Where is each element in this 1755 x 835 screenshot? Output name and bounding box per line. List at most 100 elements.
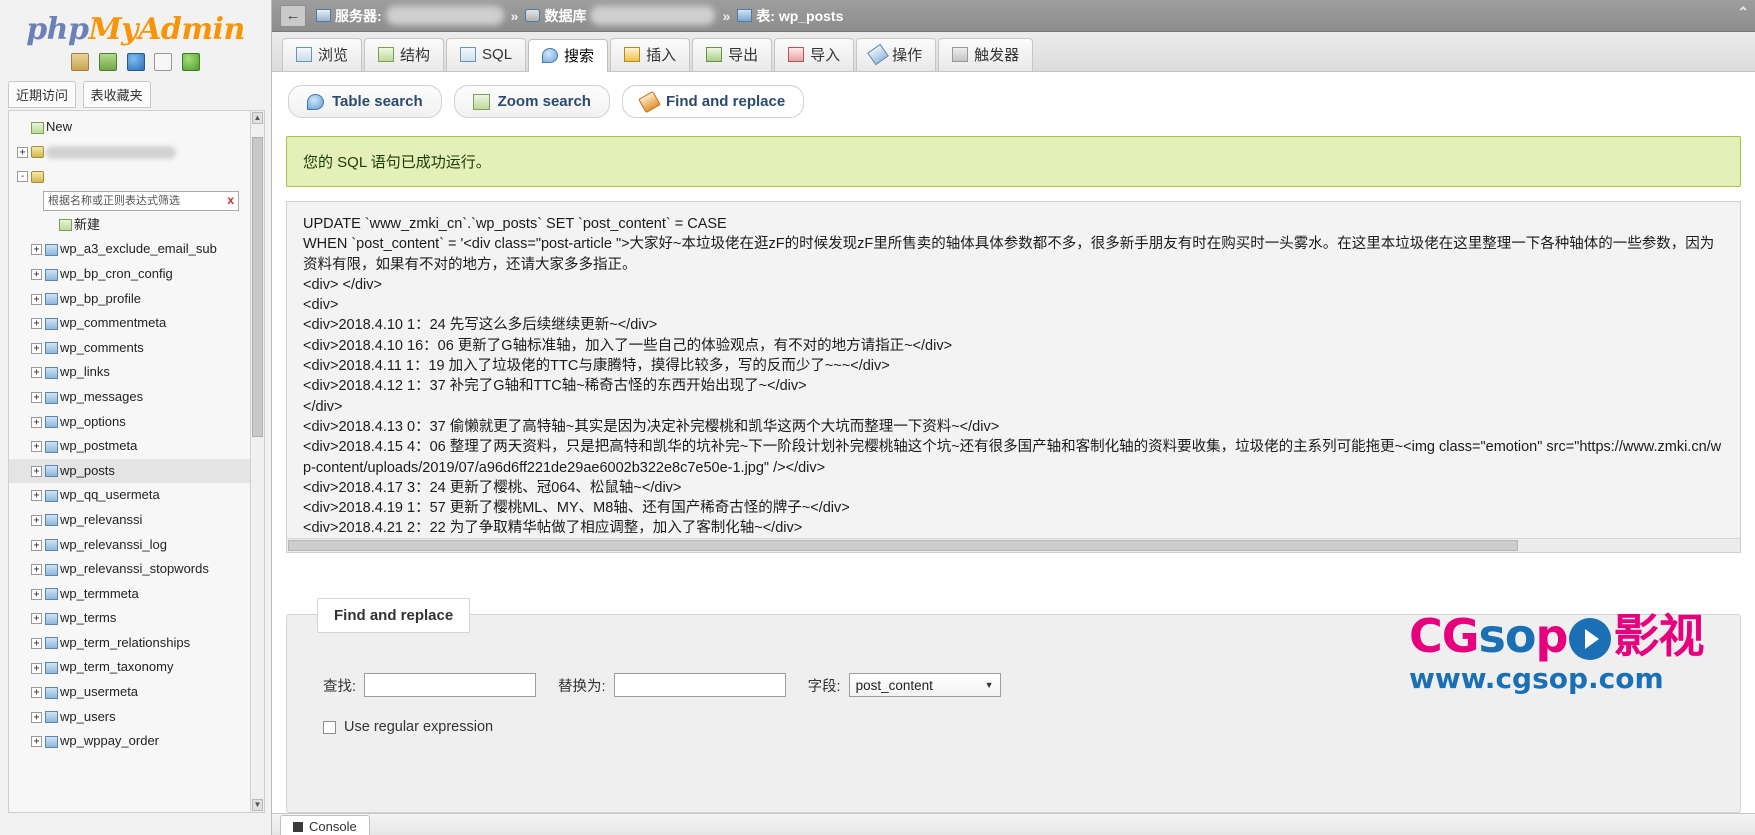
server-icon (316, 9, 331, 22)
tab-search[interactable]: 搜索 (528, 39, 609, 72)
tab-export[interactable]: 导出 (692, 38, 773, 71)
tab-browse[interactable]: 浏览 (282, 38, 363, 71)
tree-item-wp_links[interactable]: + wp_links (9, 360, 250, 385)
find-input[interactable] (364, 673, 537, 697)
clear-filter-icon[interactable]: x (227, 193, 234, 207)
tree-item-wp_postmeta[interactable]: + wp_postmeta (9, 434, 250, 459)
expand-node-icon[interactable]: + (31, 392, 42, 403)
breadcrumb-database-label[interactable]: 数据库 (544, 6, 586, 26)
tab-label: 导出 (728, 47, 759, 64)
tab-insert[interactable]: 插入 (610, 38, 691, 71)
tab-triggers[interactable]: 触发器 (938, 38, 1034, 71)
expand-node-icon[interactable]: + (31, 367, 42, 379)
tree-item-wp_usermeta[interactable]: + wp_usermeta (9, 680, 250, 705)
tree-item-wp_wppay_order[interactable]: + wp_wppay_order (9, 729, 250, 754)
expand-node-icon[interactable]: + (31, 588, 42, 600)
replace-input[interactable] (613, 673, 786, 697)
tree-scroll-thumb[interactable] (252, 137, 263, 437)
expand-node-icon[interactable]: + (31, 441, 42, 453)
tree-item-label: wp_users (60, 708, 116, 724)
expand-node-icon[interactable]: + (31, 711, 42, 723)
expand-node-icon[interactable]: + (31, 416, 42, 428)
expand-node-icon[interactable]: + (31, 269, 42, 281)
tree-item-redacted[interactable]: - (9, 164, 250, 189)
tree-item-wp_relevanssi_stopwords[interactable]: + wp_relevanssi_stopwords (9, 557, 250, 582)
field-select[interactable]: post_content ▼ (848, 673, 1001, 697)
console-tab[interactable]: Console (280, 815, 370, 835)
expand-node-icon[interactable]: + (31, 465, 42, 477)
tree-item-redacted[interactable]: + (9, 140, 250, 165)
tree-filter-input[interactable]: 根据名称或正则表达式筛选 x (43, 190, 239, 211)
expand-node-icon[interactable]: + (31, 736, 42, 748)
expand-node-icon[interactable]: + (31, 539, 42, 551)
logout-icon[interactable] (98, 53, 117, 71)
expand-node-icon[interactable]: + (31, 514, 42, 526)
breadcrumb-separator-1: » (510, 7, 519, 24)
expand-node-icon[interactable]: + (31, 687, 42, 699)
table-icon (45, 662, 58, 675)
tree-item-新建[interactable]: 新建 (9, 213, 250, 238)
tree-item-wp_options[interactable]: + wp_options (9, 410, 250, 435)
expand-node-icon[interactable]: + (31, 613, 42, 625)
tree-item-wp_users[interactable]: + wp_users (9, 705, 250, 730)
tree-item-wp_bp_cron_config[interactable]: + wp_bp_cron_config (9, 262, 250, 287)
insert-icon (624, 47, 641, 62)
tree-item-wp_qq_usermeta[interactable]: + wp_qq_usermeta (9, 483, 250, 508)
tab-import[interactable]: 导入 (774, 38, 855, 71)
tree-item-wp_comments[interactable]: + wp_comments (9, 336, 250, 361)
tree-scroll-down-arrow[interactable]: ▼ (252, 799, 263, 811)
tab-operations[interactable]: 操作 (856, 38, 937, 71)
table-icon (45, 440, 58, 453)
expand-node-icon[interactable]: + (31, 318, 42, 330)
use-regex-checkbox[interactable] (323, 720, 336, 734)
docs-icon[interactable] (154, 53, 173, 71)
database-tree: New + - 根据名称或正则表达式筛选 x 新建 + wp_a3_exclude_email… (9, 111, 250, 812)
breadcrumb-server-label[interactable]: 服务器: (335, 6, 382, 26)
tree-item-label: wp_bp_profile (60, 290, 141, 306)
tree-scroll-up-arrow[interactable]: ▲ (252, 112, 263, 124)
recent-tables-tab[interactable]: 近期访问 (8, 81, 77, 108)
tree-item-wp_relevanssi[interactable]: + wp_relevanssi (9, 508, 250, 533)
back-arrow-icon[interactable]: ← (280, 4, 306, 27)
tree-item-new[interactable]: New (9, 115, 250, 140)
home-icon[interactable] (71, 53, 90, 71)
collapse-icon[interactable]: ⌃ (1737, 4, 1749, 21)
breadcrumb-table-label[interactable]: 表: wp_posts (756, 6, 843, 26)
sql-horizontal-scrollbar[interactable] (287, 538, 1740, 552)
tree-item-wp_bp_profile[interactable]: + wp_bp_profile (9, 287, 250, 312)
help-icon[interactable] (126, 53, 145, 71)
tree-item-wp_messages[interactable]: + wp_messages (9, 385, 250, 410)
console-bar[interactable]: Console (272, 813, 1755, 835)
tree-item-label: wp_qq_usermeta (60, 487, 160, 503)
expand-node-icon[interactable]: + (31, 293, 42, 305)
subtab-zoom-search[interactable]: Zoom search (453, 85, 610, 118)
subtab-find-and-replace[interactable]: Find and replace (621, 85, 805, 118)
tab-structure[interactable]: 结构 (364, 38, 445, 71)
phpmyadmin-logo[interactable]: phpMyAdmin (0, 0, 271, 49)
tree-item-wp_terms[interactable]: + wp_terms (9, 606, 250, 631)
tree-item-wp_term_taxonomy[interactable]: + wp_term_taxonomy (9, 655, 250, 680)
tree-scrollbar[interactable]: ▲ ▼ (250, 111, 264, 812)
table-tab-bar: 浏览 结构 SQL 搜索 插入 导出 导入 操作 触发器 (272, 32, 1755, 72)
tree-item-wp_commentmeta[interactable]: + wp_commentmeta (9, 311, 250, 336)
subtab-table-search[interactable]: Table search (288, 85, 442, 118)
tree-item-wp_relevanssi_log[interactable]: + wp_relevanssi_log (9, 533, 250, 558)
expand-node-icon[interactable]: + (31, 564, 42, 576)
expand-node-icon[interactable]: + (17, 146, 28, 158)
tree-item-wp_a3_exclude_email_sub[interactable]: + wp_a3_exclude_email_sub (9, 237, 250, 262)
tree-item-wp_posts[interactable]: + wp_posts (9, 458, 250, 484)
expand-node-icon[interactable]: + (31, 490, 42, 502)
tree-item-label: wp_a3_exclude_email_sub (60, 241, 217, 257)
collapse-node-icon[interactable]: - (17, 171, 28, 183)
reload-icon[interactable] (181, 53, 200, 71)
expand-node-icon[interactable]: + (31, 244, 42, 256)
favorite-tables-tab[interactable]: 表收藏夹 (82, 81, 151, 108)
expand-node-icon[interactable]: + (31, 342, 42, 354)
expand-node-icon[interactable]: + (31, 662, 42, 674)
tab-sql[interactable]: SQL (446, 38, 527, 71)
sql-scroll-thumb[interactable] (288, 540, 1518, 551)
expand-node-icon[interactable]: + (31, 637, 42, 649)
tree-item-wp_term_relationships[interactable]: + wp_term_relationships (9, 631, 250, 656)
tree-item-wp_termmeta[interactable]: + wp_termmeta (9, 582, 250, 607)
table-icon (45, 735, 58, 748)
